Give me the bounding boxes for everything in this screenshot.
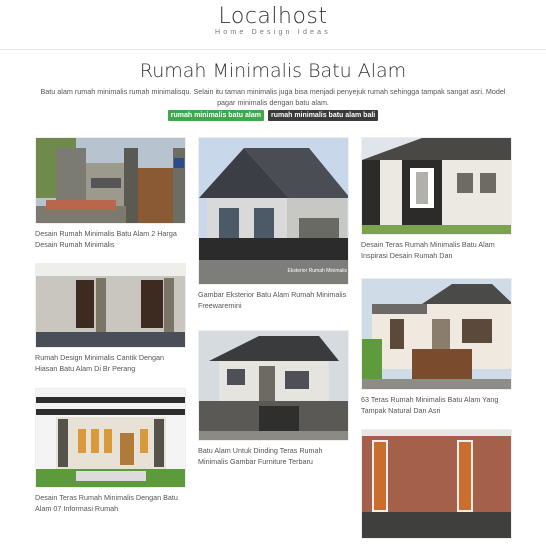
- gallery-card[interactable]: Desain Teras Rumah Minimalis Dengan Batu…: [35, 388, 186, 514]
- gallery-caption[interactable]: Desain Rumah Minimalis Batu Alam 2 Harga…: [35, 228, 186, 250]
- gallery-image[interactable]: [198, 330, 349, 441]
- site-header: Localhost Home Design Ideas: [0, 0, 546, 50]
- gallery-caption[interactable]: Desain Teras Rumah Minimalis Batu Alam I…: [361, 239, 512, 261]
- gallery-caption[interactable]: 63 Teras Rumah Minimalis Batu Alam Yang …: [361, 394, 512, 416]
- gallery-card[interactable]: Eksterior Rumah Minimalis Gambar Eksteri…: [198, 137, 349, 311]
- gallery-card[interactable]: [361, 429, 512, 543]
- gallery-caption[interactable]: Batu Alam Untuk Dinding Teras Rumah Mini…: [198, 445, 349, 467]
- gallery-card[interactable]: Rumah Design Minimalis Cantik Dengan Hia…: [35, 263, 186, 374]
- gallery-caption[interactable]: Gambar Eksterior Batu Alam Rumah Minimal…: [198, 289, 349, 311]
- tag-list: rumah minimalis batu alam rumah minimali…: [0, 110, 546, 121]
- gallery-card[interactable]: Batu Alam Untuk Dinding Teras Rumah Mini…: [198, 330, 349, 467]
- gallery-card[interactable]: 63 Teras Rumah Minimalis Batu Alam Yang …: [361, 278, 512, 416]
- gallery-card[interactable]: Desain Rumah Minimalis Batu Alam 2 Harga…: [35, 137, 186, 250]
- tag-link[interactable]: rumah minimalis batu alam bali: [267, 110, 379, 121]
- post-description: Batu alam rumah minimalis rumah minimali…: [40, 87, 506, 107]
- site-title[interactable]: Localhost: [0, 4, 546, 29]
- gallery-caption[interactable]: Rumah Design Minimalis Cantik Dengan Hia…: [35, 352, 186, 374]
- gallery-image[interactable]: [35, 388, 186, 488]
- gallery-image[interactable]: Eksterior Rumah Minimalis: [198, 137, 349, 285]
- gallery-card[interactable]: Desain Teras Rumah Minimalis Batu Alam I…: [361, 137, 512, 261]
- gallery-image[interactable]: [35, 137, 186, 224]
- tag-link[interactable]: rumah minimalis batu alam: [167, 110, 264, 121]
- site-tagline: Home Design Ideas: [215, 29, 331, 36]
- post-title: Rumah Minimalis Batu Alam: [139, 60, 407, 82]
- gallery-image[interactable]: [361, 429, 512, 539]
- gallery-caption[interactable]: Desain Teras Rumah Minimalis Dengan Batu…: [35, 492, 186, 514]
- image-watermark: Eksterior Rumah Minimalis: [288, 268, 348, 274]
- gallery-image[interactable]: [361, 278, 512, 390]
- gallery-image[interactable]: [361, 137, 512, 235]
- gallery-image[interactable]: [35, 263, 186, 348]
